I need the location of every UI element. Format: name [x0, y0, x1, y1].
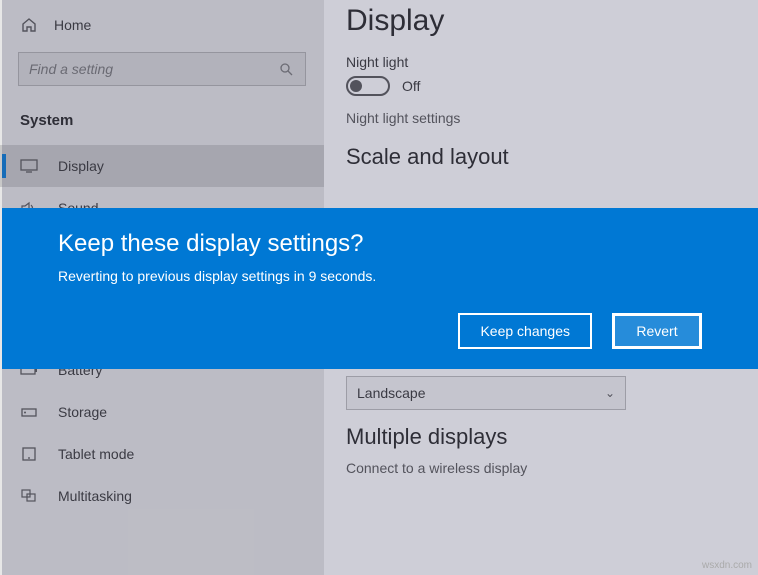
search-row	[0, 42, 324, 100]
sidebar-item-storage[interactable]: Storage	[0, 391, 324, 433]
storage-icon	[20, 403, 38, 421]
dialog-text: Reverting to previous display settings i…	[58, 268, 702, 284]
search-field[interactable]	[29, 61, 277, 77]
keep-changes-button[interactable]: Keep changes	[458, 313, 592, 349]
confirm-dialog: Keep these display settings? Reverting t…	[2, 208, 758, 369]
search-icon	[277, 60, 295, 78]
dialog-title: Keep these display settings?	[58, 230, 702, 258]
night-light-label: Night light	[346, 54, 736, 70]
section-title: System	[0, 100, 324, 145]
tablet-icon	[20, 445, 38, 463]
orientation-value: Landscape	[357, 385, 426, 401]
search-input[interactable]	[18, 52, 306, 86]
multitask-icon	[20, 487, 38, 505]
home-nav[interactable]: Home	[0, 8, 324, 42]
sidebar-item-label: Multitasking	[58, 488, 132, 504]
sidebar-item-display[interactable]: Display	[0, 145, 324, 187]
chevron-down-icon: ⌄	[605, 386, 615, 400]
sidebar-item-label: Tablet mode	[58, 446, 134, 462]
home-label: Home	[54, 17, 91, 33]
watermark: wsxdn.com	[702, 560, 752, 571]
sidebar-item-multitasking[interactable]: Multitasking	[0, 475, 324, 517]
revert-button[interactable]: Revert	[612, 313, 702, 349]
home-icon	[20, 16, 38, 34]
sidebar-item-label: Storage	[58, 404, 107, 420]
sidebar-item-label: Display	[58, 158, 104, 174]
monitor-icon	[20, 157, 38, 175]
night-light-toggle[interactable]	[346, 76, 390, 96]
wireless-display-link[interactable]: Connect to a wireless display	[346, 460, 736, 476]
sidebar-item-tablet[interactable]: Tablet mode	[0, 433, 324, 475]
orientation-dropdown[interactable]: Landscape ⌄	[346, 376, 626, 410]
night-light-settings-link[interactable]: Night light settings	[346, 110, 736, 126]
page-title: Display	[346, 4, 736, 38]
scale-head: Scale and layout	[346, 144, 736, 170]
multiple-head: Multiple displays	[346, 424, 736, 450]
night-light-state: Off	[402, 78, 420, 94]
